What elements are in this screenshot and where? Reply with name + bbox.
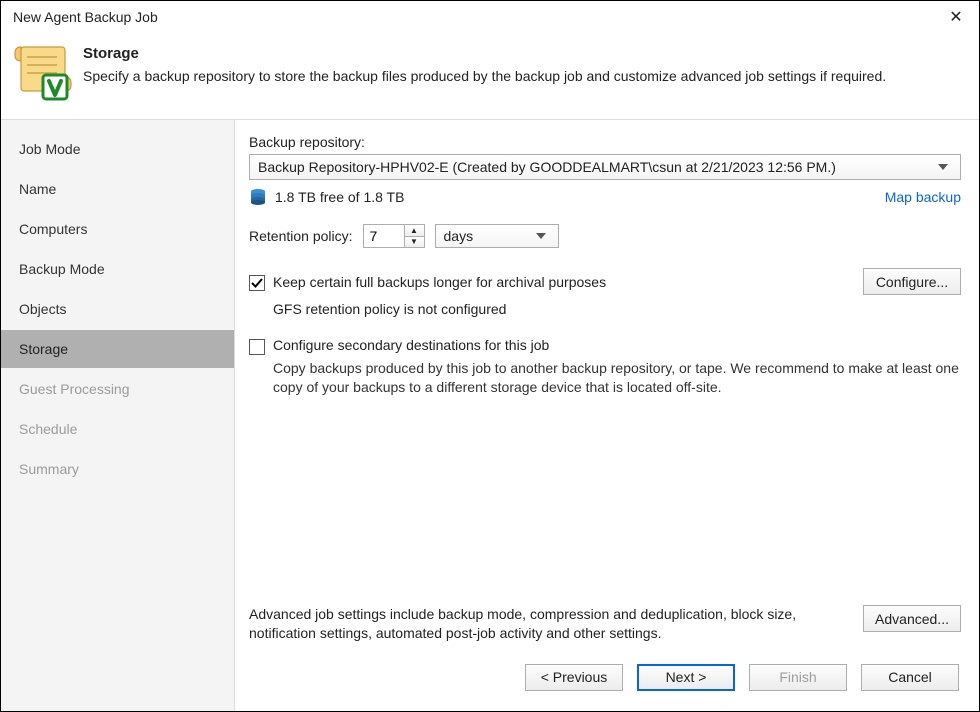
wizard-sidebar: Job Mode Name Computers Backup Mode Obje… bbox=[1, 120, 235, 711]
disk-icon bbox=[249, 188, 267, 206]
retention-input[interactable] bbox=[364, 225, 404, 247]
next-button[interactable]: Next > bbox=[637, 664, 735, 691]
cancel-button[interactable]: Cancel bbox=[861, 664, 959, 691]
chevron-down-icon bbox=[536, 233, 558, 239]
gfs-checkbox-label: Keep certain full backups longer for arc… bbox=[273, 274, 863, 290]
advanced-desc: Advanced job settings include backup mod… bbox=[249, 605, 863, 643]
step-guest-processing: Guest Processing bbox=[1, 370, 234, 408]
retention-unit-dropdown[interactable]: days bbox=[435, 224, 559, 248]
wizard-header: Storage Specify a backup repository to s… bbox=[1, 33, 979, 119]
step-summary: Summary bbox=[1, 450, 234, 488]
header-icon bbox=[13, 41, 73, 101]
spinner-down-icon[interactable]: ▼ bbox=[405, 237, 424, 248]
wizard-footer: < Previous Next > Finish Cancel bbox=[249, 657, 961, 697]
retention-unit-value: days bbox=[444, 228, 474, 244]
step-backup-mode[interactable]: Backup Mode bbox=[1, 250, 234, 288]
header-text: Storage Specify a backup repository to s… bbox=[83, 39, 967, 105]
map-backup-link[interactable]: Map backup bbox=[885, 189, 961, 205]
wizard-window: New Agent Backup Job ✕ Storage Specify a… bbox=[0, 0, 980, 712]
step-storage[interactable]: Storage bbox=[1, 330, 234, 368]
repo-value: Backup Repository-HPHV02-E (Created by G… bbox=[258, 159, 938, 175]
chevron-down-icon bbox=[938, 164, 960, 170]
gfs-status-text: GFS retention policy is not configured bbox=[249, 301, 961, 317]
window-title: New Agent Backup Job bbox=[13, 9, 933, 25]
step-objects[interactable]: Objects bbox=[1, 290, 234, 328]
previous-button[interactable]: < Previous bbox=[525, 664, 623, 691]
secondary-checkbox-label: Configure secondary destinations for thi… bbox=[273, 337, 961, 353]
configure-button[interactable]: Configure... bbox=[863, 268, 961, 295]
step-schedule: Schedule bbox=[1, 410, 234, 448]
repo-dropdown[interactable]: Backup Repository-HPHV02-E (Created by G… bbox=[249, 154, 961, 180]
step-name[interactable]: Name bbox=[1, 170, 234, 208]
spinner-up-icon[interactable]: ▲ bbox=[405, 225, 424, 237]
close-button[interactable]: ✕ bbox=[933, 1, 979, 33]
secondary-checkbox[interactable] bbox=[249, 339, 265, 355]
free-space-text: 1.8 TB free of 1.8 TB bbox=[275, 189, 885, 205]
step-job-mode[interactable]: Job Mode bbox=[1, 130, 234, 168]
close-icon: ✕ bbox=[949, 7, 962, 27]
header-title: Storage bbox=[83, 45, 967, 62]
header-desc: Specify a backup repository to store the… bbox=[83, 68, 967, 84]
retention-label: Retention policy: bbox=[249, 228, 353, 244]
secondary-desc: Copy backups produced by this job to ano… bbox=[273, 359, 961, 397]
wizard-main: Backup repository: Backup Repository-HPH… bbox=[235, 120, 979, 711]
retention-spinner[interactable]: ▲ ▼ bbox=[363, 224, 425, 248]
titlebar: New Agent Backup Job ✕ bbox=[1, 1, 979, 33]
advanced-button[interactable]: Advanced... bbox=[863, 605, 961, 632]
finish-button: Finish bbox=[749, 664, 847, 691]
step-computers[interactable]: Computers bbox=[1, 210, 234, 248]
gfs-checkbox[interactable] bbox=[249, 275, 265, 291]
repo-label: Backup repository: bbox=[249, 134, 961, 150]
